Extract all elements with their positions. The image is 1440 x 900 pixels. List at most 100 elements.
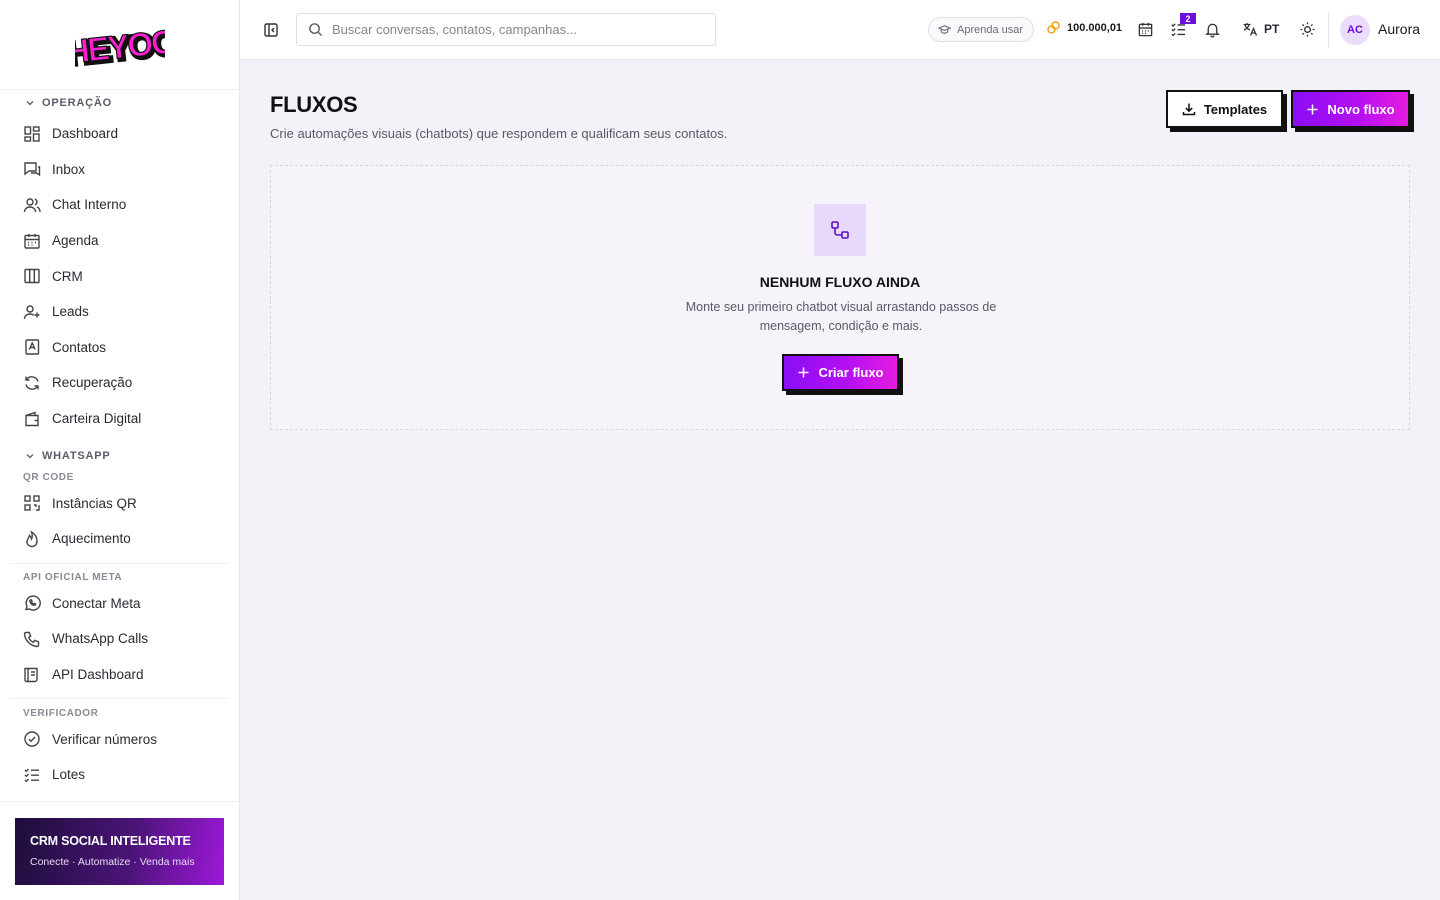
create-flow-button[interactable]: Criar fluxo <box>782 354 899 391</box>
qr-code-icon <box>24 495 40 511</box>
sidebar-item-aquecimento[interactable]: Aquecimento <box>11 521 228 557</box>
search-icon <box>309 23 323 37</box>
sidebar-item-label: CRM <box>52 268 83 284</box>
sidebar-item-api-dashboard[interactable]: API Dashboard <box>11 657 228 693</box>
divider <box>0 801 239 802</box>
topbar: Aprenda usar 100.000,01 2 PT AC Aurora <box>240 0 1440 60</box>
sidebar-item-chat-interno[interactable]: Chat Interno <box>11 187 228 223</box>
dashboard-icon <box>24 126 40 142</box>
chevron-down-icon <box>26 101 34 106</box>
sidebar-item-label: Agenda <box>52 233 99 249</box>
avatar[interactable]: AC <box>1340 15 1370 45</box>
user-name[interactable]: Aurora <box>1378 21 1420 37</box>
templates-label: Templates <box>1203 101 1268 117</box>
group-whatsapp-header[interactable]: WHATSAPP <box>11 443 228 469</box>
sidebar-item-dashboard[interactable]: Dashboard <box>11 116 228 152</box>
credits-balance[interactable]: 100.000,01 <box>1046 20 1122 35</box>
tasks-count-badge: 2 <box>1180 13 1196 24</box>
sidebar-item-leads[interactable]: Leads <box>11 294 228 330</box>
section-label-qr-code: QR CODE <box>23 471 74 483</box>
sidebar-item-label: Carteira Digital <box>52 411 142 427</box>
logo-area: HEYOO HEYOO <box>0 0 239 90</box>
sidebar-item-whatsapp-calls[interactable]: WhatsApp Calls <box>11 621 228 657</box>
contact-book-icon <box>25 339 40 356</box>
sidebar-item-label: Instâncias QR <box>52 495 137 511</box>
empty-state: NENHUM FLUXO AINDA Monte seu primeiro ch… <box>270 165 1410 430</box>
sidebar-item-label: Inbox <box>52 161 86 177</box>
list-check-icon <box>24 768 39 783</box>
download-icon <box>1182 103 1196 116</box>
promo-banner[interactable]: CRM SOCIAL INTELIGENTE Conecte · Automat… <box>15 818 224 885</box>
sidebar-item-carteira-digital[interactable]: Carteira Digital <box>11 401 228 437</box>
sidebar-item-label: Leads <box>52 304 89 320</box>
divider <box>11 698 228 700</box>
sidebar-item-label: Conectar Meta <box>52 595 141 611</box>
translate-icon <box>1243 23 1258 36</box>
sidebar-toggle-icon[interactable] <box>262 21 280 39</box>
refresh-icon <box>25 376 39 390</box>
empty-state-description: Monte seu primeiro chatbot visual arrast… <box>685 300 997 333</box>
users-icon <box>23 198 41 213</box>
sidebar-nav: OPERAÇÃO Dashboard Inbox Chat Interno Ag… <box>0 90 239 802</box>
bell-icon[interactable] <box>1204 21 1221 38</box>
sidebar-item-label: Dashboard <box>52 126 119 142</box>
sidebar-item-inbox[interactable]: Inbox <box>11 152 228 188</box>
search-box[interactable] <box>296 13 716 46</box>
sidebar-item-label: API Dashboard <box>52 667 144 683</box>
phone-icon <box>23 631 40 648</box>
whatsapp-icon <box>25 595 41 612</box>
empty-state-icon-box <box>814 204 866 256</box>
sidebar-item-label: Recuperação <box>52 375 133 391</box>
user-plus-icon <box>23 305 40 319</box>
section-label-api-oficial-meta: API OFICIAL META <box>23 572 123 584</box>
scroll-icon <box>24 667 38 682</box>
sidebar-item-contatos[interactable]: Contatos <box>11 330 228 366</box>
sidebar-item-instancias-qr[interactable]: Instâncias QR <box>11 485 228 521</box>
divider <box>11 562 228 564</box>
page-title: FLUXOS <box>270 92 358 117</box>
coins-icon <box>1047 21 1060 34</box>
learn-button[interactable]: Aprenda usar <box>928 17 1035 42</box>
sidebar-item-lotes[interactable]: Lotes <box>11 757 228 793</box>
sidebar-item-label: Aquecimento <box>52 531 131 547</box>
templates-button[interactable]: Templates <box>1166 90 1283 128</box>
promo-subtitle: Conecte · Automatize · Venda mais <box>30 856 195 868</box>
create-flow-label: Criar fluxo <box>818 365 884 380</box>
promo-title: CRM SOCIAL INTELIGENTE <box>30 834 191 848</box>
sun-icon[interactable] <box>1299 21 1316 38</box>
sidebar-item-label: Lotes <box>52 767 86 783</box>
sidebar-item-recuperacao[interactable]: Recuperação <box>11 365 228 401</box>
learn-label: Aprenda usar <box>957 23 1024 36</box>
divider <box>1328 12 1329 48</box>
heyoo-logo[interactable]: HEYOO HEYOO <box>75 21 165 69</box>
page-subtitle: Crie automações visuais (chatbots) que r… <box>270 126 728 141</box>
check-circle-icon <box>24 731 40 747</box>
language-label: PT <box>1264 22 1280 36</box>
search-input[interactable] <box>332 22 692 37</box>
inbox-icon <box>24 162 41 177</box>
group-label: WHATSAPP <box>42 450 111 463</box>
sidebar-item-verificar-numeros[interactable]: Verificar números <box>11 721 228 757</box>
calendar-icon[interactable] <box>1137 21 1154 38</box>
new-flow-button[interactable]: Novo fluxo <box>1291 90 1410 128</box>
sidebar-item-label: WhatsApp Calls <box>52 631 149 647</box>
kanban-icon <box>24 268 40 284</box>
workflow-icon <box>831 221 849 239</box>
credits-value: 100.000,01 <box>1067 21 1123 34</box>
plus-icon <box>798 367 809 378</box>
empty-state-title: NENHUM FLUXO AINDA <box>759 274 921 290</box>
sidebar-item-conectar-meta[interactable]: Conectar Meta <box>11 586 228 622</box>
graduation-cap-icon <box>938 25 951 34</box>
section-label-verificador: VERIFICADOR <box>23 707 99 719</box>
wallet-icon <box>25 411 39 426</box>
flame-icon <box>26 530 38 547</box>
chevron-down-icon <box>26 454 34 459</box>
sidebar-item-agenda[interactable]: Agenda <box>11 223 228 259</box>
calendar-icon <box>24 233 40 249</box>
sidebar: HEYOO HEYOO OPERAÇÃO Dashboard Inbox Cha… <box>0 0 240 900</box>
language-switcher[interactable]: PT <box>1242 21 1279 37</box>
sidebar-item-label: Contatos <box>52 339 107 355</box>
group-operacao-header[interactable]: OPERAÇÃO <box>11 90 228 116</box>
new-flow-label: Novo fluxo <box>1327 101 1395 117</box>
sidebar-item-crm[interactable]: CRM <box>11 258 228 294</box>
